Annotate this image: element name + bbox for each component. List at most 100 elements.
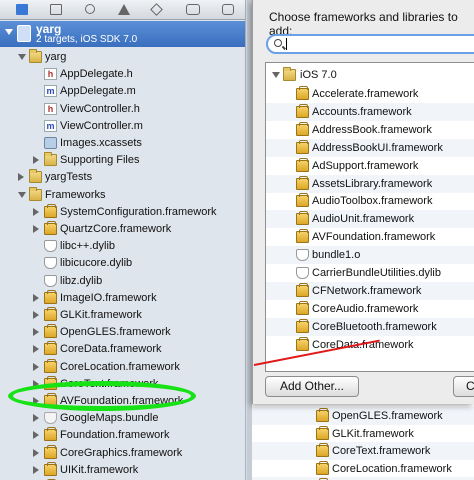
framework-list[interactable]: iOS 7.0 Accelerate.framework Accounts.fram… xyxy=(265,62,474,372)
framework-item[interactable]: CoreBluetooth.framework xyxy=(266,317,474,336)
background-list-label: CoreText.framework xyxy=(332,445,431,457)
disclosure-closed-icon[interactable] xyxy=(33,431,39,440)
framework-item[interactable]: AudioUnit.framework xyxy=(266,210,474,229)
navigator-item[interactable]: libicucore.dylib xyxy=(0,254,245,272)
source-file-icon: m xyxy=(44,85,57,98)
framework-item[interactable]: AdSupport.framework xyxy=(266,157,474,175)
navigator-item[interactable]: libc++.dylib xyxy=(0,237,245,255)
test-navigator-icon[interactable] xyxy=(150,3,163,16)
navigator-item[interactable]: GoogleMaps.bundle xyxy=(0,409,245,427)
navigator-item[interactable]: Foundation.framework xyxy=(0,426,245,444)
project-row[interactable]: yarg 2 targets, iOS SDK 7.0 xyxy=(0,21,245,47)
navigator-item[interactable]: m AppDelegate.m xyxy=(0,82,245,100)
navigator-item-label: GoogleMaps.bundle xyxy=(60,412,159,425)
folder-icon xyxy=(283,67,296,81)
background-list-item: CoreText.framework xyxy=(252,442,474,460)
folder-icon xyxy=(44,152,57,167)
disclosure-closed-icon[interactable] xyxy=(33,448,39,457)
framework-item[interactable]: Accelerate.framework xyxy=(266,85,474,103)
navigator-item[interactable]: libz.dylib xyxy=(0,272,245,290)
navigator-item-label: UIKit.framework xyxy=(60,463,139,476)
framework-item[interactable]: AVFoundation.framework xyxy=(266,228,474,246)
framework-item[interactable]: AddressBookUI.framework xyxy=(266,138,474,157)
disclosure-closed-icon[interactable] xyxy=(18,173,24,182)
navigator-item-label: SystemConfiguration.framework xyxy=(60,205,217,218)
find-navigator-icon[interactable] xyxy=(85,4,95,14)
disclosure-closed-icon[interactable] xyxy=(33,311,39,319)
issue-navigator-icon[interactable] xyxy=(118,4,130,15)
disclosure-closed-icon[interactable] xyxy=(33,207,39,216)
framework-item[interactable]: Accounts.framework xyxy=(266,102,474,121)
navigator-item[interactable]: yargTests xyxy=(0,168,245,186)
framework-item[interactable]: bundle1.o xyxy=(266,246,474,265)
background-list-label: GLKit.framework xyxy=(332,427,414,440)
framework-item[interactable]: CoreAudio.framework xyxy=(266,300,474,318)
framework-icon xyxy=(296,282,309,297)
project-navigator-icon[interactable] xyxy=(16,4,28,15)
navigator-item[interactable]: GLKit.framework xyxy=(0,306,245,324)
navigator-toolbar xyxy=(0,0,245,20)
folder-icon xyxy=(29,186,42,201)
framework-item-label: AVFoundation.framework xyxy=(312,231,436,244)
disclosure-closed-icon[interactable] xyxy=(33,414,39,423)
framework-item-label: AdSupport.framework xyxy=(312,159,419,172)
disclosure-closed-icon[interactable] xyxy=(33,328,39,337)
add-other-button[interactable]: Add Other... xyxy=(265,376,359,397)
framework-item[interactable]: CoreData.framework xyxy=(266,336,474,354)
navigator-item-label: yargTests xyxy=(45,171,93,184)
dylib-icon xyxy=(44,274,57,287)
navigator-item[interactable]: Images.xcassets xyxy=(0,134,245,152)
disclosure-open-icon[interactable] xyxy=(18,54,26,60)
framework-icon xyxy=(44,203,57,218)
framework-item[interactable]: AudioToolbox.framework xyxy=(266,192,474,210)
navigator-item-label: Foundation.framework xyxy=(60,429,170,442)
framework-icon xyxy=(44,221,57,235)
search-input[interactable] xyxy=(266,34,474,54)
disclosure-closed-icon[interactable] xyxy=(33,362,39,371)
navigator-item[interactable]: SystemConfiguration.framework xyxy=(0,203,245,221)
framework-item-label: AudioToolbox.framework xyxy=(312,195,433,208)
navigator-item[interactable]: h AppDelegate.h xyxy=(0,65,245,83)
navigator-item[interactable]: Frameworks xyxy=(0,186,245,204)
navigator-item-label: AppDelegate.m xyxy=(60,85,136,98)
navigator-item[interactable]: Supporting Files xyxy=(0,151,245,169)
breakpoint-navigator-icon[interactable] xyxy=(186,4,200,15)
group-row[interactable]: iOS 7.0 xyxy=(266,66,474,84)
navigator-item[interactable]: CoreData.framework xyxy=(0,340,245,358)
framework-icon xyxy=(296,175,309,190)
log-navigator-icon[interactable] xyxy=(222,4,234,15)
cancel-button[interactable]: C xyxy=(453,376,474,397)
navigator-item[interactable]: UIKit.framework xyxy=(0,461,245,479)
navigator-item[interactable]: QuartzCore.framework xyxy=(0,220,245,238)
navigator-item[interactable]: h ViewController.h xyxy=(0,100,245,118)
disclosure-closed-icon[interactable] xyxy=(33,465,39,474)
framework-item[interactable]: CarrierBundleUtilities.dylib xyxy=(266,264,474,282)
navigator-item[interactable]: ImageIO.framework xyxy=(0,289,245,307)
framework-item-label: Accounts.framework xyxy=(312,105,412,118)
navigator-item[interactable]: m ViewController.m xyxy=(0,117,245,135)
bundle-icon xyxy=(44,412,57,425)
disclosure-open-icon[interactable] xyxy=(5,29,13,35)
background-list-item: OpenGLES.framework xyxy=(252,407,474,425)
dylib-icon xyxy=(44,240,57,253)
disclosure-closed-icon[interactable] xyxy=(33,293,39,302)
framework-item[interactable]: CFNetwork.framework xyxy=(266,281,474,300)
highlight-circle xyxy=(8,381,196,411)
navigator-item[interactable]: yarg xyxy=(0,48,245,66)
disclosure-open-icon[interactable] xyxy=(272,72,280,78)
disclosure-closed-icon[interactable] xyxy=(33,345,39,354)
framework-item[interactable]: AssetsLibrary.framework xyxy=(266,174,474,193)
framework-item-label: CoreBluetooth.framework xyxy=(312,320,437,333)
framework-item[interactable]: AddressBook.framework xyxy=(266,121,474,139)
navigator-item[interactable]: CoreLocation.framework xyxy=(0,358,245,376)
source-file-icon: m xyxy=(44,119,57,132)
disclosure-open-icon[interactable] xyxy=(18,191,26,198)
navigator-item[interactable]: CoreGraphics.framework xyxy=(0,444,245,462)
disclosure-closed-icon[interactable] xyxy=(33,225,39,233)
navigator-item[interactable]: OpenGLES.framework xyxy=(0,323,245,341)
framework-icon xyxy=(296,193,309,208)
search-icon xyxy=(274,39,282,47)
dylib-icon xyxy=(296,267,309,279)
symbol-navigator-icon[interactable] xyxy=(50,4,62,15)
disclosure-closed-icon[interactable] xyxy=(33,156,39,165)
